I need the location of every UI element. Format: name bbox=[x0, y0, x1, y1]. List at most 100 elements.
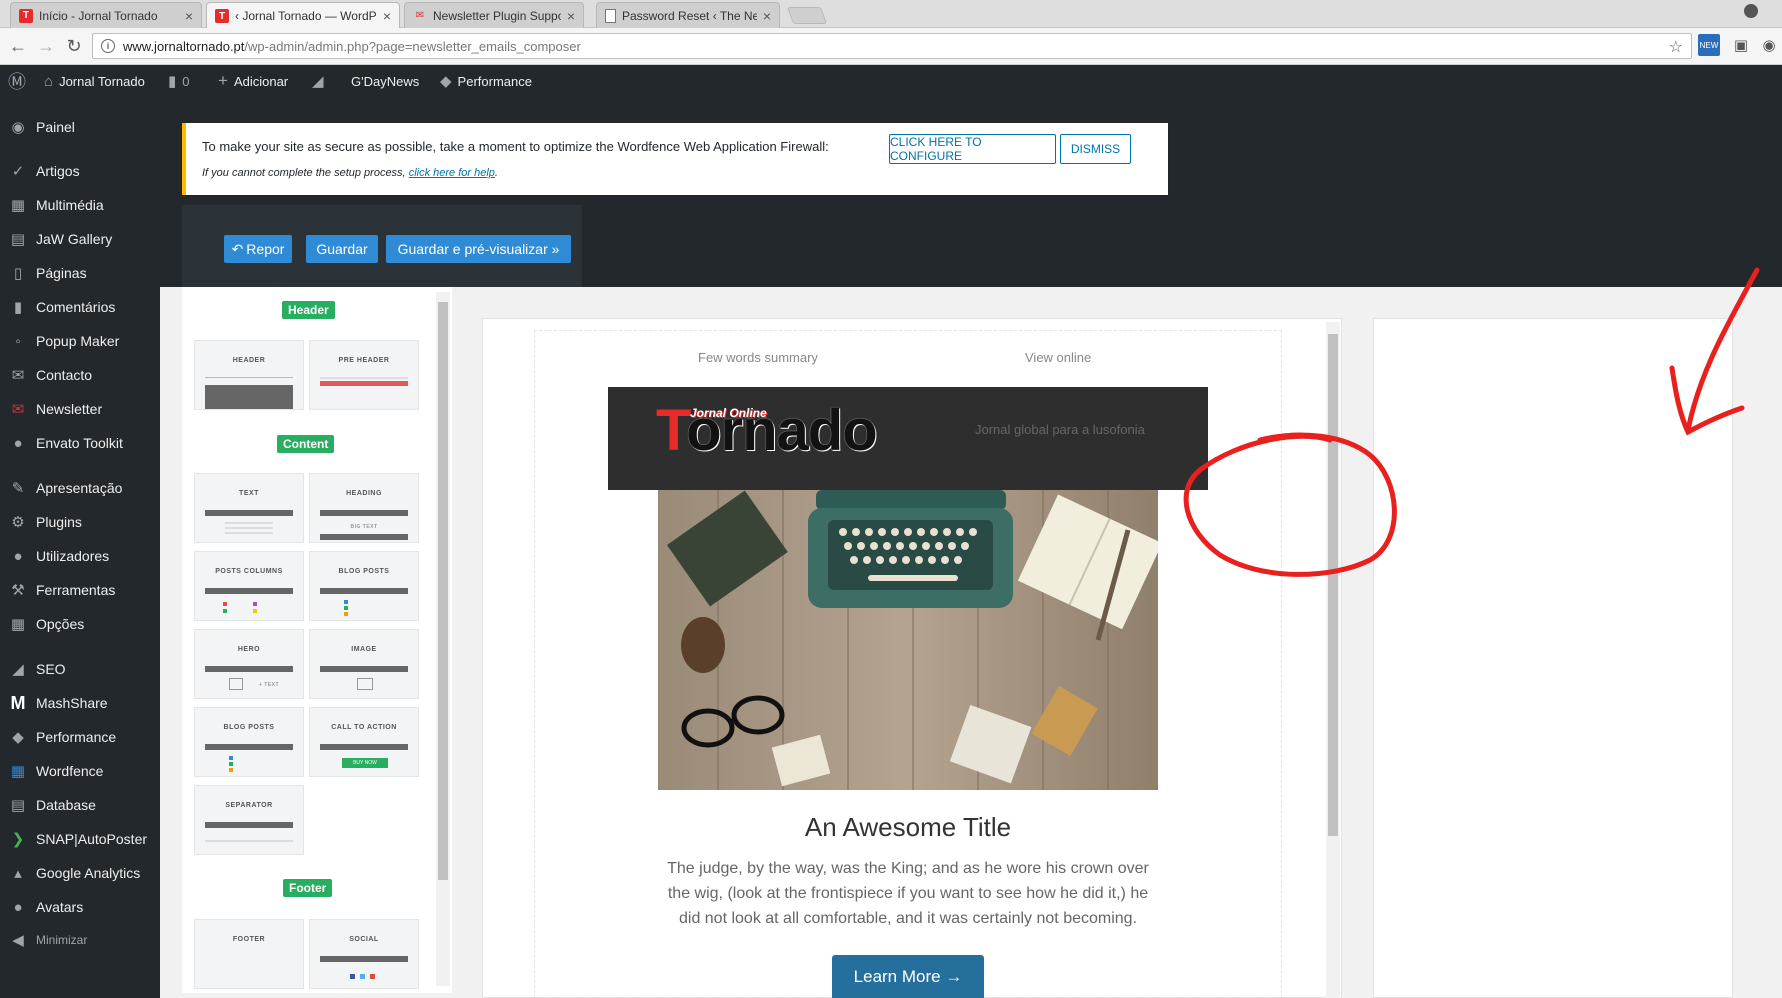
reload-icon[interactable]: ↻ bbox=[64, 36, 84, 56]
extension-new-icon[interactable]: NEW bbox=[1698, 34, 1720, 56]
logo-subtitle: Jornal Online bbox=[690, 406, 767, 420]
close-icon[interactable]: × bbox=[567, 8, 575, 24]
hero-body-text[interactable]: The judge, by the way, was the King; and… bbox=[658, 856, 1158, 931]
gdaynews-label: G'DayNews bbox=[351, 73, 420, 89]
hero-image[interactable] bbox=[658, 490, 1158, 790]
undo-icon: ↶ bbox=[231, 240, 244, 257]
block-separator[interactable]: SEPARATOR bbox=[194, 785, 304, 855]
database-icon: ▤ bbox=[10, 797, 26, 814]
help-link[interactable]: click here for help bbox=[409, 167, 495, 179]
sidebar-item-newsletter[interactable]: ✉ Newsletter bbox=[0, 394, 160, 424]
back-icon[interactable]: ← bbox=[8, 36, 28, 56]
sidebar-item-artigos[interactable]: ✓ Artigos bbox=[0, 156, 160, 186]
block-thumbnail bbox=[205, 385, 293, 409]
admin-bar-gdaynews[interactable]: G'DayNews bbox=[351, 65, 419, 97]
bookmark-star-icon[interactable]: ☆ bbox=[1669, 37, 1683, 57]
sidebar-item-seo[interactable]: ◢ SEO bbox=[0, 654, 160, 684]
tornado-t-icon: T bbox=[215, 9, 229, 23]
comment-icon: ▮ bbox=[13, 299, 23, 316]
sidebar-item-utilizadores[interactable]: ● Utilizadores bbox=[0, 541, 160, 571]
tornado-t-icon: T bbox=[19, 8, 33, 23]
mashshare-icon: M bbox=[10, 692, 26, 713]
browser-tab-home[interactable]: T Início - Jornal Tornado × bbox=[10, 2, 202, 28]
sidebar-item-google-analytics[interactable]: ▴ Google Analytics bbox=[0, 858, 160, 888]
close-icon[interactable]: × bbox=[383, 8, 391, 24]
sidebar-item-snap-autoposter[interactable]: ❯ SNAP|AutoPoster bbox=[0, 824, 160, 854]
sidebar-item-comentarios[interactable]: ▮ Comentários bbox=[0, 292, 160, 322]
block-image[interactable]: IMAGE bbox=[309, 629, 419, 699]
sidebar-item-popup-maker[interactable]: ◦ Popup Maker bbox=[0, 326, 160, 356]
camera-icon[interactable]: ◉ bbox=[1758, 34, 1780, 56]
address-bar[interactable]: i www.jornaltornado.pt/wp-admin/admin.ph… bbox=[92, 33, 1692, 59]
dashboard-icon: ◉ bbox=[11, 119, 25, 136]
snap-icon: ❯ bbox=[11, 831, 25, 848]
sidebar-item-contacto[interactable]: ✉ Contacto bbox=[0, 360, 160, 390]
composer-scrollbar-thumb[interactable] bbox=[1328, 334, 1338, 836]
admin-bar-add[interactable]: + Adicionar bbox=[218, 65, 288, 97]
palette-scrollbar-thumb[interactable] bbox=[438, 302, 448, 880]
media-icon: ▦ bbox=[10, 197, 26, 214]
sidebar-item-wordfence[interactable]: ▦ Wordfence bbox=[0, 756, 160, 786]
sidebar-item-envato-toolkit[interactable]: ● Envato Toolkit bbox=[0, 428, 160, 458]
document-icon bbox=[605, 8, 616, 23]
sidebar-item-performance[interactable]: ◆ Performance bbox=[0, 722, 160, 752]
block-call-to-action[interactable]: CALL TO ACTION BUY NOW bbox=[309, 707, 419, 777]
admin-bar-site[interactable]: ⌂ Jornal Tornado bbox=[44, 65, 145, 97]
configure-firewall-button[interactable]: CLICK HERE TO CONFIGURE bbox=[889, 134, 1056, 164]
block-footer[interactable]: FOOTER bbox=[194, 919, 304, 989]
browser-tab-newsletter-support[interactable]: ✉ Newsletter Plugin Support × bbox=[404, 2, 584, 28]
fullscreen-icon[interactable]: ▣ bbox=[1730, 34, 1752, 56]
sidebar-item-avatars[interactable]: ● Avatars bbox=[0, 892, 160, 922]
preheader-view-online[interactable]: View online bbox=[1025, 350, 1091, 365]
block-preheader[interactable]: PRE HEADER bbox=[309, 340, 419, 410]
sidebar-item-mashshare[interactable]: M MashShare bbox=[0, 688, 160, 718]
dismiss-notice-button[interactable]: DISMISS bbox=[1060, 134, 1131, 164]
popup-icon: ◦ bbox=[15, 332, 21, 350]
save-button[interactable]: Guardar bbox=[306, 235, 378, 263]
block-heading[interactable]: HEADING BIG TEXT bbox=[309, 473, 419, 543]
save-preview-button[interactable]: Guardar e pré-visualizar » bbox=[386, 235, 571, 263]
preheader-summary[interactable]: Few words summary bbox=[698, 350, 818, 365]
sidebar-item-plugins[interactable]: ⚙ Plugins bbox=[0, 507, 160, 537]
block-blog-posts[interactable]: BLOG POSTS bbox=[194, 707, 304, 777]
sidebar-minimize[interactable]: ◀ Minimizar bbox=[0, 925, 160, 955]
admin-bar-comments[interactable]: ▮ 0 bbox=[168, 65, 190, 97]
tab-title: Início - Jornal Tornado bbox=[39, 8, 158, 23]
block-header[interactable]: HEADER bbox=[194, 340, 304, 410]
block-hero[interactable]: HERO + TEXT bbox=[194, 629, 304, 699]
pages-icon: ▯ bbox=[13, 265, 23, 282]
profile-icon[interactable] bbox=[1744, 4, 1758, 18]
browser-tab-password-reset[interactable]: Password Reset ‹ The Newsletter × bbox=[596, 2, 780, 28]
performance-icon: ◆ bbox=[12, 729, 24, 746]
sidebar-item-multimedia[interactable]: ▦ Multimédia bbox=[0, 190, 160, 220]
brush-icon: ✎ bbox=[11, 480, 25, 497]
sidebar-item-painel[interactable]: ◉ Painel bbox=[0, 112, 160, 142]
sidebar-item-jaw-gallery[interactable]: ▤ JaW Gallery bbox=[0, 224, 160, 254]
new-tab-button[interactable] bbox=[786, 7, 828, 24]
block-posts-columns[interactable]: POSTS COLUMNS bbox=[194, 551, 304, 621]
sidebar-item-apresentacao[interactable]: ✎ Apresentação bbox=[0, 473, 160, 503]
url-path: /wp-admin/admin.php?page=newsletter_emai… bbox=[244, 38, 581, 54]
seo-icon[interactable]: ◢ bbox=[312, 65, 330, 97]
sidebar-item-database[interactable]: ▤ Database bbox=[0, 790, 160, 820]
home-icon: ⌂ bbox=[44, 72, 54, 90]
block-social[interactable]: SOCIAL bbox=[309, 919, 419, 989]
block-blog-posts[interactable]: BLOG POSTS bbox=[309, 551, 419, 621]
browser-tab-wordpress[interactable]: T ‹ Jornal Tornado — WordPress × bbox=[206, 2, 400, 29]
palette-content-label: Content bbox=[277, 435, 335, 453]
close-icon[interactable]: × bbox=[185, 8, 193, 24]
forward-icon[interactable]: → bbox=[36, 36, 56, 56]
learn-more-button[interactable]: Learn More → bbox=[832, 955, 984, 998]
mail-icon: ✉ bbox=[11, 367, 25, 384]
sidebar-item-paginas[interactable]: ▯ Páginas bbox=[0, 258, 160, 288]
close-icon[interactable]: × bbox=[763, 8, 771, 24]
sidebar-item-ferramentas[interactable]: ⚒ Ferramentas bbox=[0, 575, 160, 605]
wordpress-logo-icon[interactable]: Ⓜ bbox=[8, 65, 32, 97]
sidebar-item-opcoes[interactable]: ▦ Opções bbox=[0, 609, 160, 639]
reset-button[interactable]: ↶ Repor bbox=[224, 235, 292, 263]
admin-bar-performance[interactable]: ◆ Performance bbox=[440, 65, 532, 97]
hero-title[interactable]: An Awesome Title bbox=[558, 812, 1258, 843]
block-text[interactable]: TEXT bbox=[194, 473, 304, 543]
plugin-icon: ⚙ bbox=[11, 514, 25, 531]
info-icon[interactable]: i bbox=[101, 39, 115, 53]
